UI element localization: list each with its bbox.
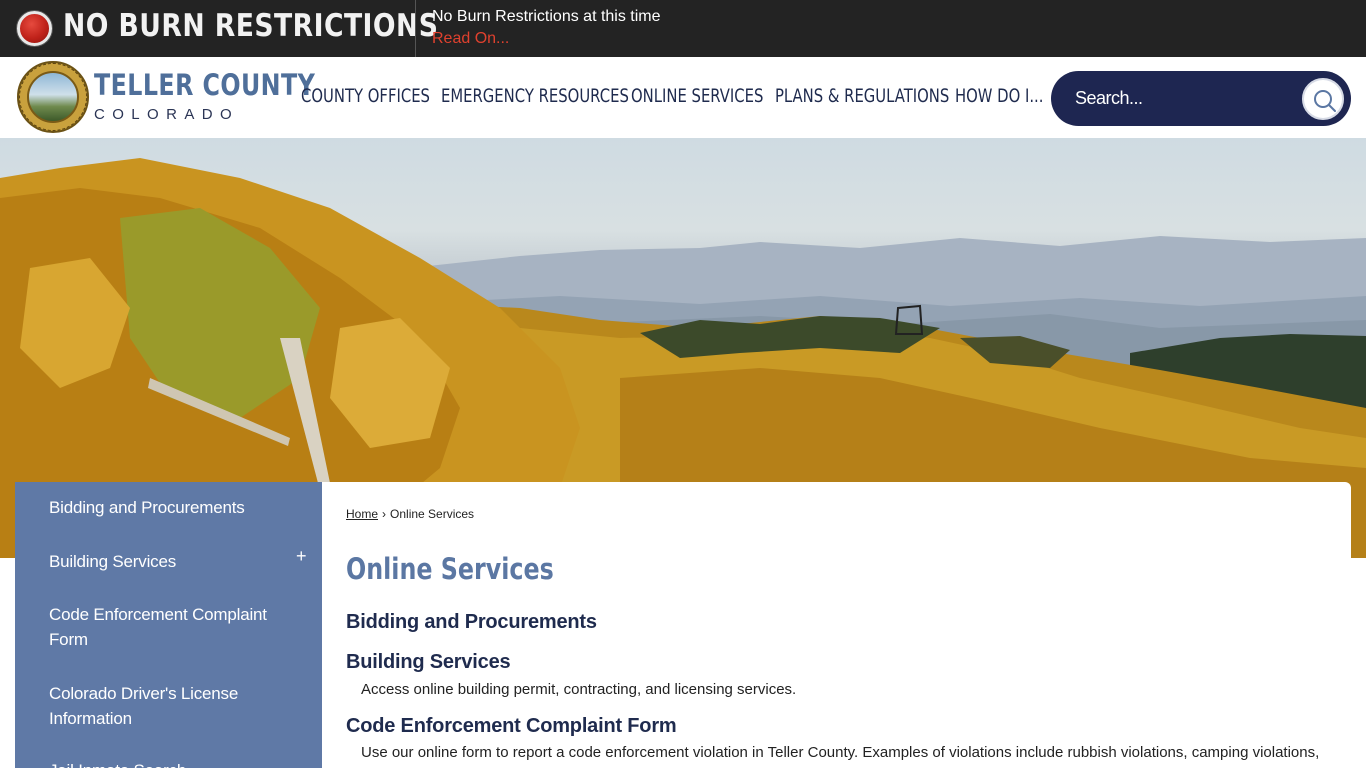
breadcrumb-home-link[interactable]: Home <box>346 507 378 521</box>
sidebar-item-code-enforcement[interactable]: Code Enforcement Complaint Form <box>49 602 289 652</box>
nav-how-do-i[interactable]: HOW DO I... <box>955 85 1043 107</box>
search-icon <box>1314 90 1336 112</box>
search-input[interactable] <box>1075 83 1295 113</box>
sidebar-item-building-services[interactable]: Building Services <box>49 549 289 574</box>
search-button[interactable] <box>1300 76 1346 122</box>
service-desc-building: Access online building permit, contracti… <box>361 681 797 698</box>
breadcrumb: Home › Online Services <box>346 507 474 521</box>
breadcrumb-current: Online Services <box>390 507 475 521</box>
nav-county-offices[interactable]: COUNTY OFFICES <box>301 85 430 107</box>
nav-emergency-resources[interactable]: EMERGENCY RESOURCES <box>441 85 629 107</box>
alert-title: NO BURN RESTRICTIONS <box>63 8 439 44</box>
service-link-bidding[interactable]: Bidding and Procurements <box>346 611 597 634</box>
sidebar-item-bidding[interactable]: Bidding and Procurements <box>49 495 289 520</box>
service-link-building[interactable]: Building Services <box>346 651 511 674</box>
alert-message: No Burn Restrictions at this time <box>432 8 661 25</box>
sidebar-item-jail-inmate-search[interactable]: Jail Inmate Search <box>49 758 289 783</box>
expand-plus-icon[interactable]: + <box>296 546 307 567</box>
sidebar-nav: Bidding and Procurements Building Servic… <box>15 482 322 780</box>
service-desc-code-enforcement: Use our online form to report a code enf… <box>361 744 1320 761</box>
page-title: Online Services <box>346 552 554 586</box>
alert-bar: NO BURN RESTRICTIONS No Burn Restriction… <box>0 0 1366 57</box>
site-header: TELLER COUNTY COLORADO COUNTY OFFICES EM… <box>0 57 1366 138</box>
breadcrumb-separator: › <box>382 507 387 521</box>
alert-indicator-icon <box>17 11 52 46</box>
nav-online-services[interactable]: ONLINE SERVICES <box>631 85 763 107</box>
sidebar-item-drivers-license[interactable]: Colorado Driver's License Information <box>49 681 289 731</box>
search-box <box>1051 71 1351 126</box>
alert-divider <box>415 0 416 57</box>
alert-read-on-link[interactable]: Read On... <box>432 30 509 48</box>
main-content: Home › Online Services Online Services Bid… <box>322 482 1351 772</box>
nav-plans-regulations[interactable]: PLANS & REGULATIONS <box>775 85 949 107</box>
service-link-code-enforcement[interactable]: Code Enforcement Complaint Form <box>346 715 677 738</box>
